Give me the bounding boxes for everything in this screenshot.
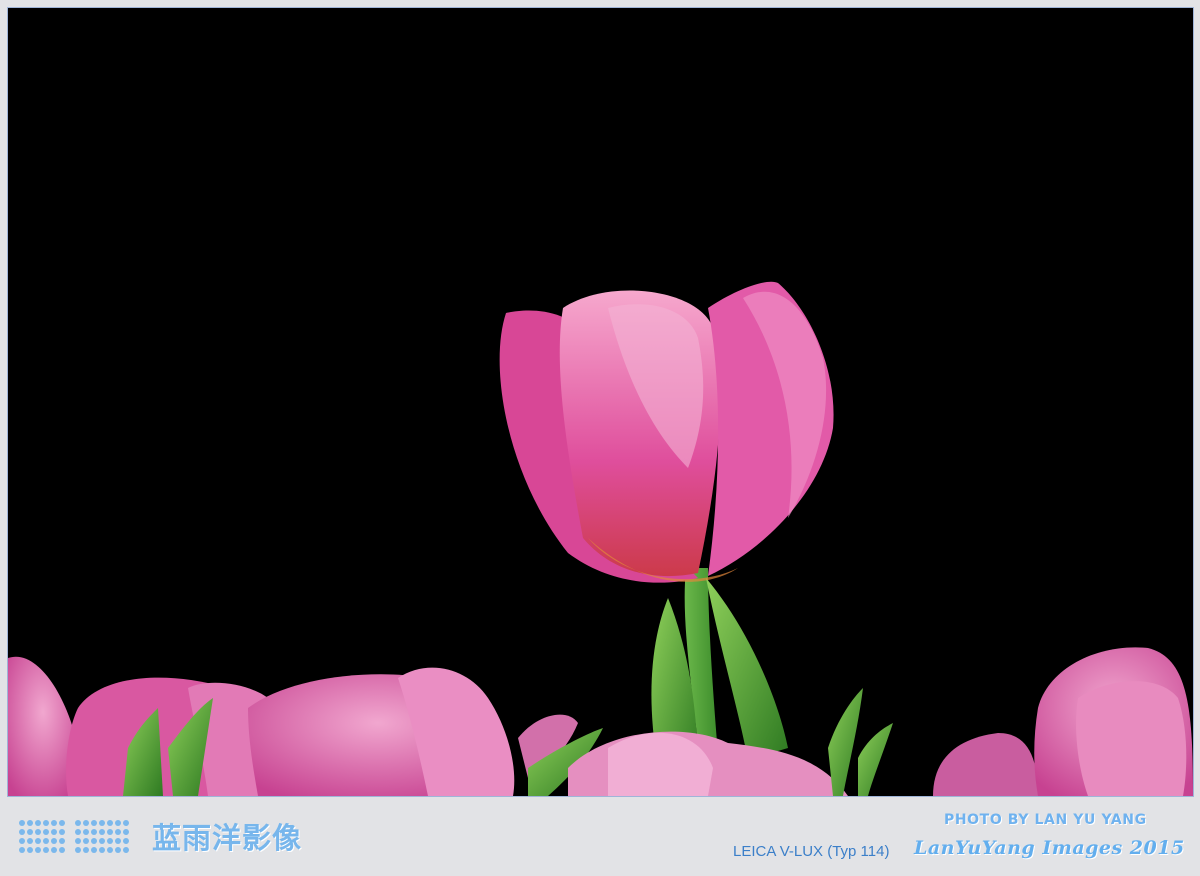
footer: 蓝雨洋影像 PHOTO BY LAN YU YANG LEICA V-LUX (… bbox=[0, 797, 1200, 876]
dot-grid-logo-icon bbox=[19, 820, 129, 853]
photo-credit: PHOTO BY LAN YU YANG bbox=[944, 812, 1147, 828]
foreground-tulips-right bbox=[933, 647, 1193, 796]
main-tulip bbox=[499, 281, 834, 778]
tulip-photo-image bbox=[8, 281, 1193, 796]
camera-model: LEICA V-LUX (Typ 114) bbox=[733, 843, 890, 860]
foreground-tulips-left bbox=[8, 656, 515, 796]
brand-name-chinese: 蓝雨洋影像 bbox=[152, 821, 303, 855]
photo bbox=[7, 7, 1194, 797]
signature: LanYuYang Images 2015 bbox=[914, 837, 1185, 859]
